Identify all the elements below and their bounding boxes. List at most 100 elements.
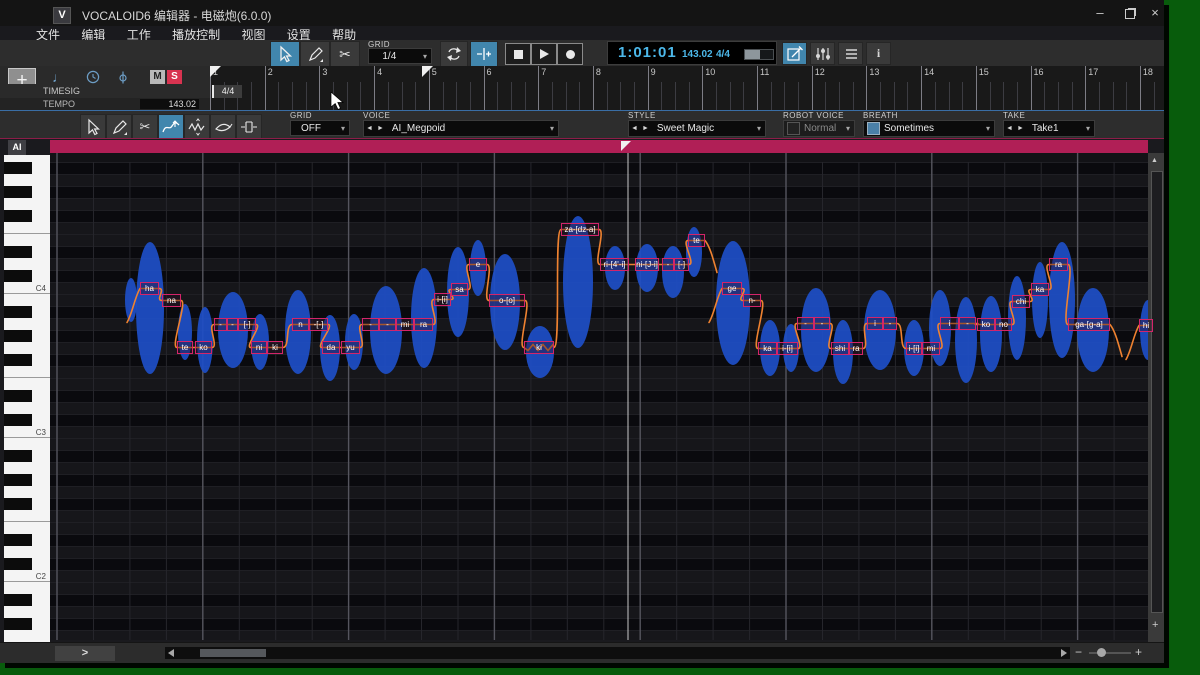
- note-box[interactable]: i-[i]: [906, 342, 922, 355]
- note-box[interactable]: mi: [922, 342, 940, 355]
- grid-select[interactable]: 1/4 ▾: [368, 48, 432, 64]
- pr-grid-select[interactable]: OFF ▾: [290, 120, 350, 136]
- piano-key-black[interactable]: [4, 210, 32, 222]
- note-box[interactable]: te: [688, 234, 705, 247]
- prev-icon[interactable]: ◄: [631, 125, 638, 132]
- horizontal-scroll-thumb[interactable]: [200, 649, 266, 657]
- vertical-scroll-thumb[interactable]: [1151, 171, 1163, 613]
- note-box[interactable]: ni-[J-i]: [635, 258, 659, 271]
- note-box[interactable]: ko: [977, 318, 995, 331]
- prev-icon[interactable]: ◄: [1006, 125, 1013, 132]
- timesig-event-badge[interactable]: 4/4: [212, 85, 242, 98]
- note-box[interactable]: chi: [1012, 295, 1030, 308]
- scroll-right-icon[interactable]: [1061, 649, 1067, 657]
- piano-key-black[interactable]: [4, 330, 32, 342]
- note-box[interactable]: ga-[g-a]: [1068, 318, 1110, 331]
- horizontal-scrollbar[interactable]: [165, 647, 1070, 659]
- piano-key-black[interactable]: [4, 474, 32, 486]
- piano-key-black[interactable]: [4, 414, 32, 426]
- note-icon[interactable]: ♩: [52, 69, 66, 85]
- note-box[interactable]: ka: [1031, 283, 1049, 296]
- piano-key-black[interactable]: [4, 246, 32, 258]
- record-button[interactable]: [557, 43, 583, 65]
- note-box[interactable]: za-[dz-a]: [561, 223, 599, 236]
- piano-key-black[interactable]: [4, 270, 32, 282]
- note-box[interactable]: ge: [722, 282, 742, 295]
- pr-smooth-tool[interactable]: [210, 114, 236, 139]
- stop-button[interactable]: [505, 43, 531, 65]
- pr-pointer-tool[interactable]: [80, 114, 106, 139]
- piano-key-black[interactable]: [4, 618, 32, 630]
- note-box[interactable]: -: [214, 318, 227, 331]
- piano-key-black[interactable]: [4, 390, 32, 402]
- piano-key-black[interactable]: [4, 558, 32, 570]
- piano-key-black[interactable]: [4, 534, 32, 546]
- note-box[interactable]: e: [469, 258, 487, 271]
- pointer-tool-button[interactable]: [270, 41, 300, 67]
- mixer-button[interactable]: [810, 42, 835, 65]
- breath-checkbox[interactable]: [867, 122, 880, 135]
- note-box[interactable]: te: [177, 341, 193, 354]
- note-box[interactable]: -: [379, 318, 396, 331]
- note-box[interactable]: o-[o]: [489, 294, 525, 307]
- zoom-slider-thumb[interactable]: [1097, 648, 1106, 657]
- prev-icon[interactable]: ◄: [366, 125, 373, 132]
- piano-roll-grid[interactable]: [50, 153, 1148, 640]
- zoom-slider-track[interactable]: [1089, 652, 1131, 654]
- close-button[interactable]: ×: [1140, 4, 1164, 22]
- part-bar[interactable]: [50, 140, 1148, 153]
- note-box[interactable]: [-]: [674, 258, 689, 271]
- note-box[interactable]: -: [814, 317, 830, 330]
- note-box[interactable]: i-[i]: [777, 342, 798, 355]
- expand-button[interactable]: >: [55, 646, 115, 661]
- voice-select[interactable]: ◄ ► AI_Megpoid ▾: [363, 120, 559, 137]
- scroll-up-icon[interactable]: ▲: [1151, 157, 1158, 164]
- note-box[interactable]: ra: [414, 318, 433, 331]
- scroll-left-icon[interactable]: [168, 649, 174, 657]
- note-box[interactable]: n-: [743, 294, 761, 307]
- note-box[interactable]: da: [322, 341, 340, 354]
- note-box[interactable]: mi: [396, 318, 414, 331]
- pr-scissors-tool[interactable]: ✂: [132, 114, 158, 139]
- mute-button[interactable]: M: [150, 70, 165, 84]
- vertical-scrollbar[interactable]: ▲ +: [1148, 153, 1164, 642]
- piano-key-black[interactable]: [4, 162, 32, 174]
- breath-select[interactable]: Sometimes ▾: [863, 120, 995, 137]
- note-box[interactable]: i-[i]: [434, 293, 451, 306]
- note-box[interactable]: -: [227, 318, 238, 331]
- note-box[interactable]: -: [662, 258, 674, 271]
- note-box[interactable]: ki: [267, 341, 283, 354]
- clock-icon[interactable]: [86, 70, 101, 85]
- note-box[interactable]: [-]: [238, 318, 256, 331]
- zoom-out-button[interactable]: −: [1075, 645, 1082, 659]
- pr-pitch-tool[interactable]: [158, 114, 184, 139]
- piano-keyboard[interactable]: C4 C3 C2: [4, 155, 50, 642]
- track-ruler[interactable]: 1 2 3 4 5 6 7 8 9 10 11 12 13 14 15 16 17 18: [210, 66, 1164, 110]
- vzoom-plus[interactable]: +: [1152, 619, 1158, 631]
- piano-key-black[interactable]: [4, 354, 32, 366]
- note-box[interactable]: ra: [1049, 258, 1068, 271]
- pr-pencil-tool[interactable]: [106, 114, 132, 139]
- note-box[interactable]: ki: [524, 341, 554, 354]
- zoom-in-button[interactable]: +: [1135, 645, 1142, 659]
- fader-icon[interactable]: [116, 70, 131, 85]
- note-box[interactable]: i: [867, 317, 883, 330]
- play-button[interactable]: [531, 43, 557, 65]
- note-box[interactable]: -[-]: [309, 318, 328, 331]
- note-box[interactable]: -: [959, 317, 976, 330]
- robot-voice-select[interactable]: Normal ▾: [783, 120, 855, 137]
- note-box[interactable]: i: [940, 317, 959, 330]
- note-box[interactable]: sa: [451, 283, 468, 296]
- note-box[interactable]: ko: [195, 341, 212, 354]
- scissors-tool-button[interactable]: ✂: [330, 41, 360, 67]
- pr-vibrato-tool[interactable]: [184, 114, 210, 139]
- tempo-row-value[interactable]: 143.02: [140, 99, 199, 109]
- note-box[interactable]: ri-[4'-i]: [600, 258, 629, 271]
- take-select[interactable]: ◄ ► Take1 ▾: [1003, 120, 1095, 137]
- note-box[interactable]: -: [883, 317, 897, 330]
- next-icon[interactable]: ►: [1017, 125, 1024, 132]
- loop-button[interactable]: [440, 41, 468, 67]
- pr-note-width-tool[interactable]: [236, 114, 262, 139]
- note-box[interactable]: -: [797, 317, 814, 330]
- note-box[interactable]: ni: [251, 341, 267, 354]
